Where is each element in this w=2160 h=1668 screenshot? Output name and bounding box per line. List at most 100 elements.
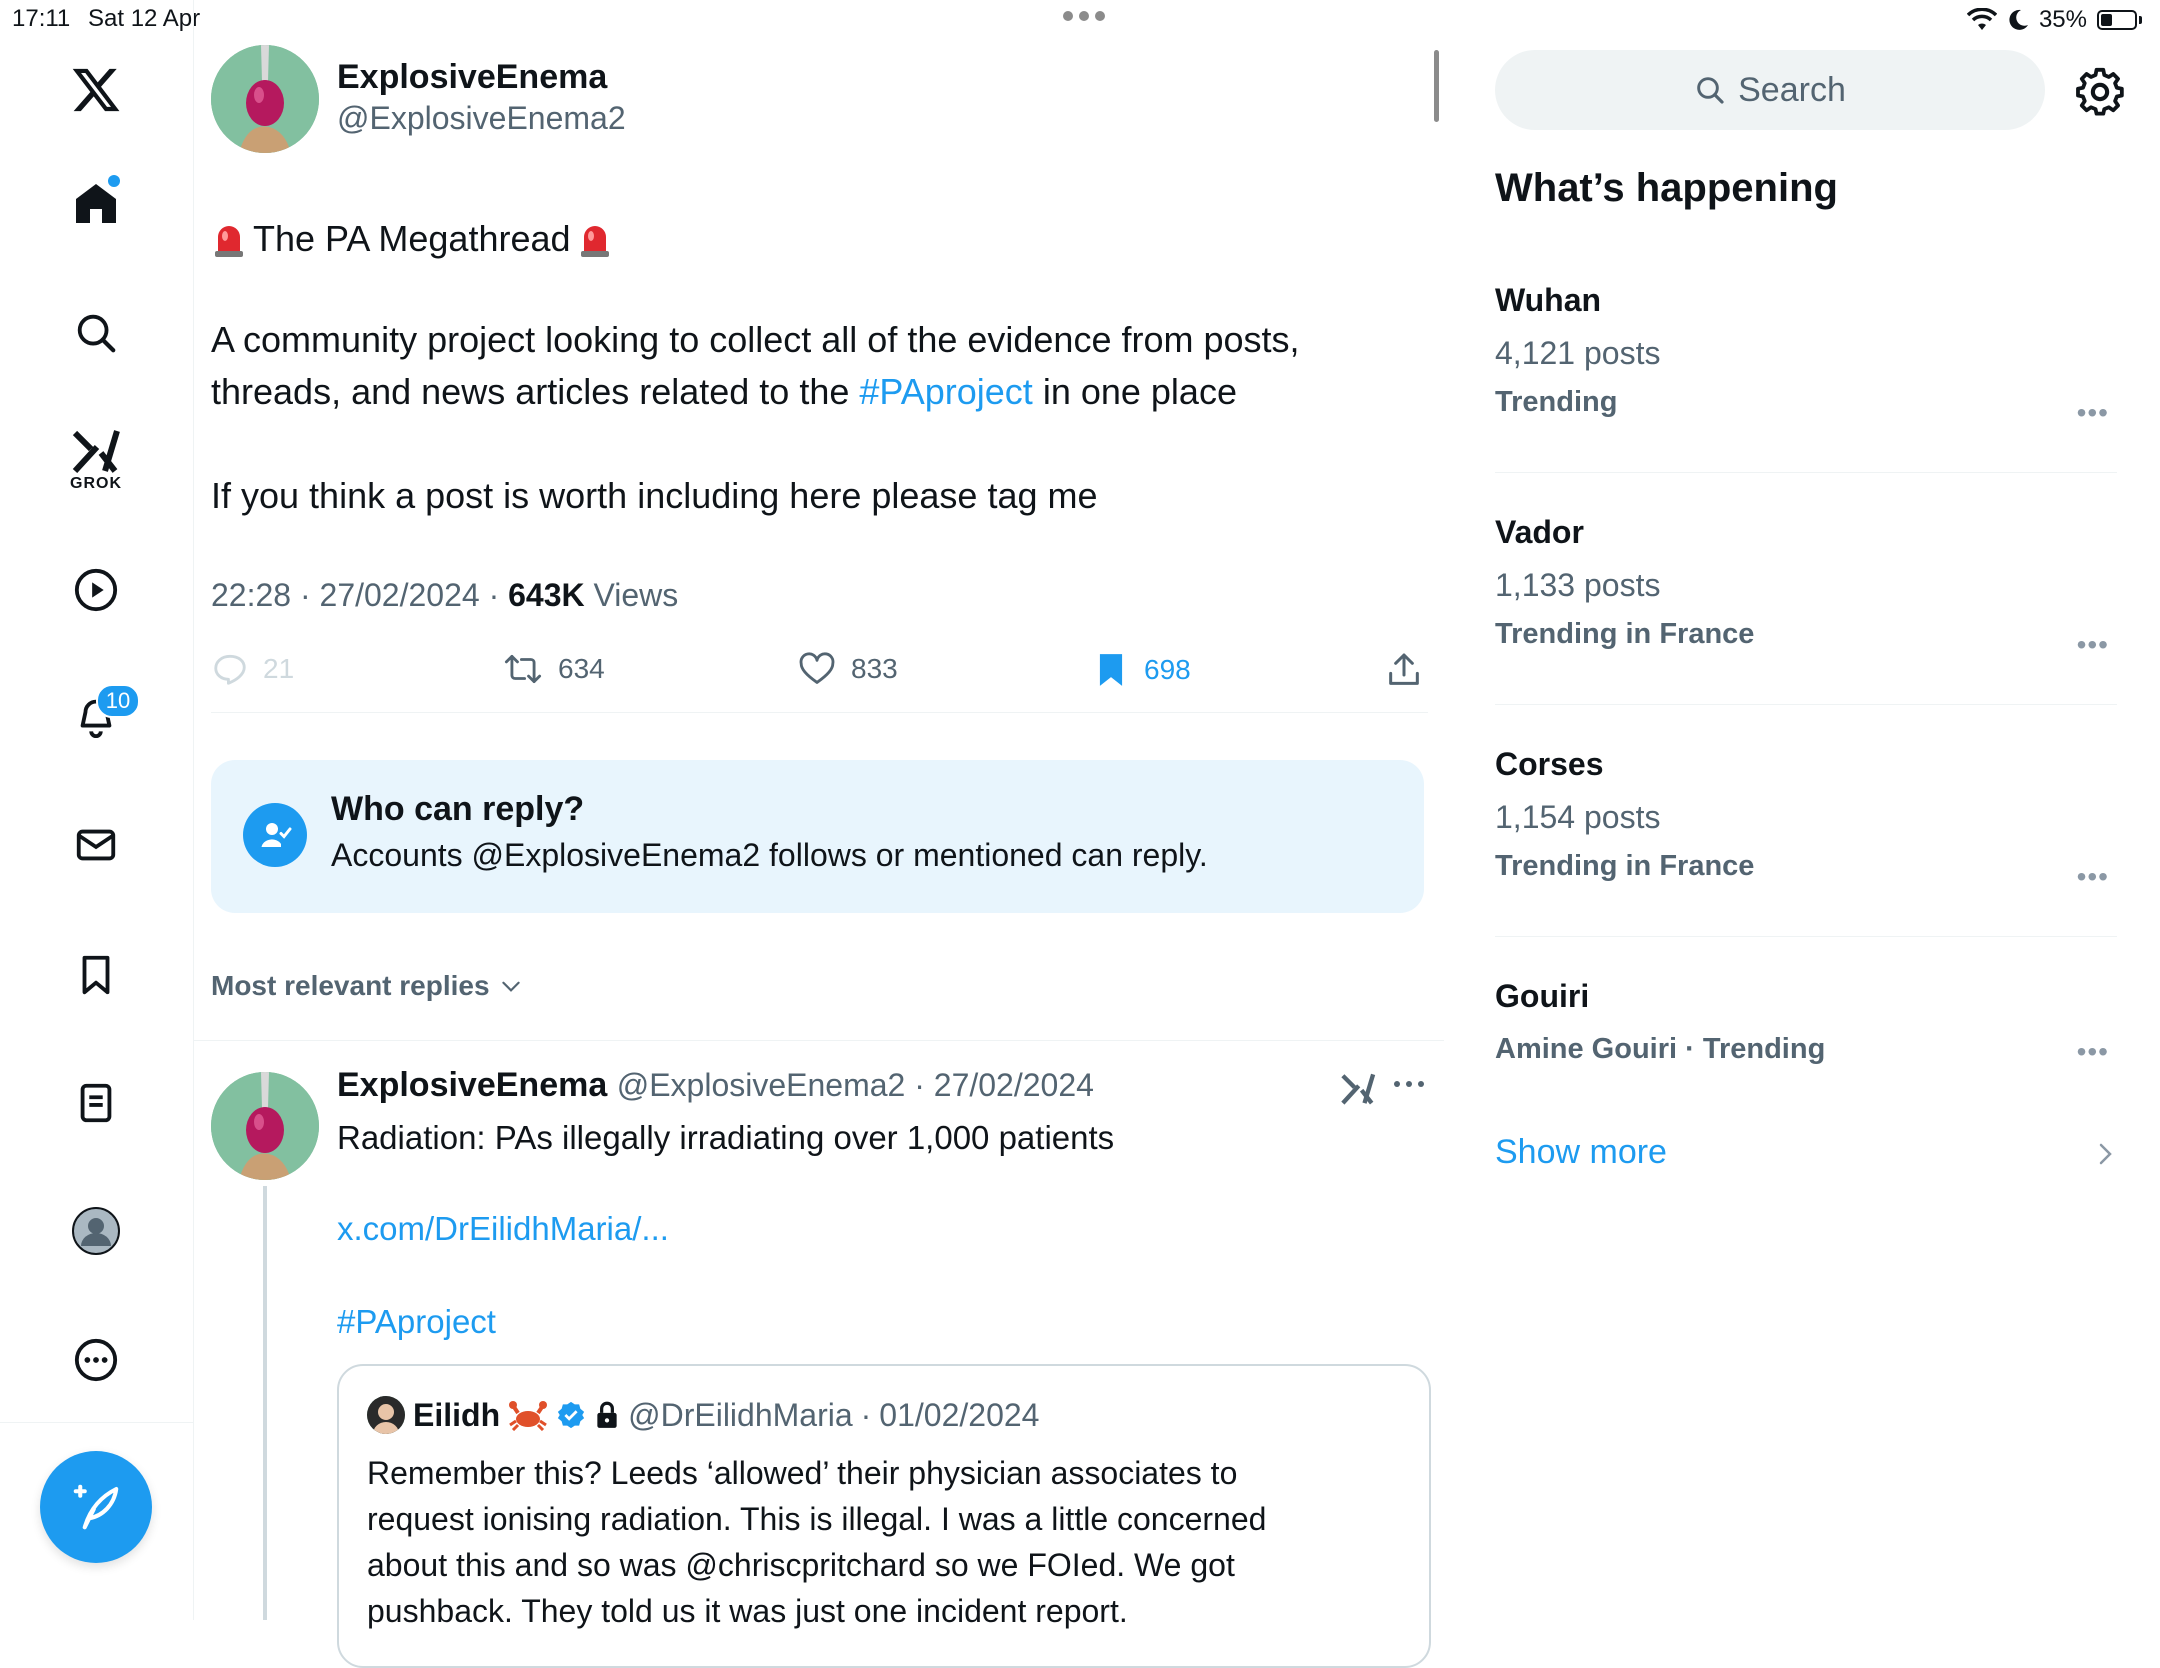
grok-icon[interactable]: GROK bbox=[56, 420, 136, 500]
reply-author-handle[interactable]: @ExplosiveEnema2 bbox=[617, 1067, 906, 1103]
home-new-dot bbox=[108, 175, 120, 187]
battery-percent: 35% bbox=[2038, 6, 2087, 33]
trend-item[interactable]: Corses 1,154 posts Trending in France ••… bbox=[1495, 746, 2117, 936]
multitasking-dots-icon[interactable] bbox=[1060, 8, 1108, 24]
author-avatar[interactable] bbox=[211, 45, 319, 153]
scroll-indicator[interactable] bbox=[1434, 50, 1439, 122]
heart-icon bbox=[799, 652, 835, 684]
settings-gear-icon[interactable] bbox=[2074, 66, 2130, 122]
trend-more-icon[interactable]: ••• bbox=[2077, 1036, 2109, 1068]
views-label: Views bbox=[593, 577, 679, 613]
trend-name: Corses bbox=[1495, 746, 1604, 782]
trend-item[interactable]: Wuhan 4,121 posts Trending ••• bbox=[1495, 282, 2117, 472]
reply-avatar[interactable] bbox=[211, 1072, 319, 1180]
quote-text-line: pushback. They told us it was just one i… bbox=[367, 1593, 1128, 1629]
trend-count: 1,133 posts bbox=[1495, 567, 1661, 603]
trend-item[interactable]: Gouiri Amine Gouiri · Trending ••• bbox=[1495, 978, 2117, 1088]
reply-button[interactable]: 21 bbox=[211, 650, 294, 688]
tweet-meta: 22:28 · 27/02/2024 · 643K Views bbox=[211, 577, 679, 613]
tweet-body-line-1: A community project looking to collect a… bbox=[211, 319, 1300, 360]
share-icon bbox=[1389, 653, 1419, 685]
repost-count: 634 bbox=[558, 653, 605, 684]
chevron-down-icon bbox=[501, 981, 520, 992]
quote-text-line: Remember this? Leeds ‘allowed’ their phy… bbox=[367, 1455, 1238, 1491]
trend-divider bbox=[1495, 472, 2117, 473]
trend-more-icon[interactable]: ••• bbox=[2077, 397, 2109, 429]
lists-icon[interactable] bbox=[56, 1063, 136, 1143]
bookmark-button[interactable]: 698 bbox=[1092, 650, 1191, 690]
tweet-body-text: threads, and news articles related to th… bbox=[211, 371, 860, 412]
quote-author-name[interactable]: Eilidh bbox=[413, 1397, 500, 1434]
trend-item[interactable]: Vador 1,133 posts Trending in France ••• bbox=[1495, 514, 2117, 704]
reply-link[interactable]: x.com/DrEilidhMaria/... bbox=[337, 1203, 669, 1255]
trend-more-icon[interactable]: ••• bbox=[2077, 861, 2109, 893]
repost-button[interactable]: 634 bbox=[502, 650, 605, 688]
hashtag-link[interactable]: #PAproject bbox=[859, 371, 1032, 412]
tweet-body-paragraph-2: If you think a post is worth including h… bbox=[211, 475, 1098, 516]
quote-text-line: about this and so was @chriscpritchard s… bbox=[367, 1547, 1235, 1583]
x-logo-icon[interactable] bbox=[56, 50, 136, 130]
bookmarks-icon[interactable] bbox=[56, 935, 136, 1015]
search-icon bbox=[1697, 77, 1724, 104]
actions-divider bbox=[211, 712, 1428, 713]
reply-text: Radiation: PAs illegally irradiating ove… bbox=[337, 1119, 1115, 1156]
reply-date[interactable]: 27/02/2024 bbox=[934, 1067, 1094, 1103]
trend-count: 1,154 posts bbox=[1495, 799, 1661, 835]
reply-count: 21 bbox=[263, 653, 295, 684]
whats-happening-title: What’s happening bbox=[1495, 166, 1838, 210]
who-can-reply-text: Accounts @ExplosiveEnema2 follows or men… bbox=[331, 837, 1208, 873]
tweet-body-text: in one place bbox=[1032, 371, 1237, 412]
left-nav: GROK 10 bbox=[0, 0, 194, 1620]
chevron-right-icon[interactable] bbox=[2095, 1140, 2115, 1168]
compose-feather-icon bbox=[73, 1484, 119, 1530]
quote-author-handle[interactable]: @DrEilidhMaria bbox=[628, 1397, 853, 1434]
trend-name: Vador bbox=[1495, 514, 1584, 550]
siren-emoji-icon bbox=[577, 219, 613, 259]
tweet-time[interactable]: 22:28 bbox=[211, 577, 291, 613]
profile-icon[interactable] bbox=[56, 1191, 136, 1271]
show-more-link[interactable]: Show more bbox=[1495, 1133, 1667, 1172]
trend-context: Trending in France bbox=[1495, 850, 1755, 882]
trend-divider bbox=[1495, 936, 2117, 937]
quote-header: Eilidh @DrEilidhMaria · 01/02/2024 bbox=[367, 1396, 1039, 1434]
who-can-reply-box: Who can reply? Accounts @ExplosiveEnema2… bbox=[211, 760, 1424, 913]
trend-divider bbox=[1495, 704, 2117, 705]
repost-icon bbox=[504, 654, 542, 684]
author-handle[interactable]: @ExplosiveEnema2 bbox=[337, 100, 626, 137]
search-icon[interactable] bbox=[56, 293, 136, 373]
status-indicators: 35% bbox=[1966, 6, 2142, 34]
compose-button[interactable] bbox=[40, 1451, 152, 1563]
views-count: 643K bbox=[508, 577, 585, 613]
reply-author-name[interactable]: ExplosiveEnema bbox=[337, 1066, 607, 1104]
tweet-title-line: The PA Megathread bbox=[211, 213, 613, 265]
search-input[interactable]: Search bbox=[1495, 50, 2045, 130]
reply-icon bbox=[214, 654, 246, 685]
quote-avatar[interactable] bbox=[367, 1396, 405, 1434]
quoted-post-card[interactable]: Eilidh @DrEilidhMaria · 01/02/2024 Remembe… bbox=[337, 1364, 1431, 1668]
trend-name: Wuhan bbox=[1495, 282, 1602, 318]
author-name[interactable]: ExplosiveEnema bbox=[337, 58, 607, 97]
siren-emoji-icon bbox=[211, 219, 247, 259]
grok-label: GROK bbox=[70, 475, 122, 492]
tweet-date[interactable]: 27/02/2024 bbox=[320, 577, 480, 613]
notifications-badge: 10 bbox=[96, 684, 140, 718]
bookmark-count: 698 bbox=[1144, 654, 1191, 685]
more-icon[interactable] bbox=[56, 1320, 136, 1400]
crab-emoji-icon bbox=[508, 1399, 548, 1431]
grok-explain-icon[interactable] bbox=[1340, 1070, 1376, 1106]
like-button[interactable]: 833 bbox=[797, 650, 898, 688]
share-button[interactable] bbox=[1384, 650, 1424, 690]
messages-icon[interactable] bbox=[56, 805, 136, 885]
status-bar: 17:11 Sat 12 Apr 35% bbox=[0, 0, 2160, 40]
trend-more-icon[interactable]: ••• bbox=[2077, 629, 2109, 661]
reply-more-icon[interactable] bbox=[1392, 1078, 1426, 1090]
reply-hashtag-link[interactable]: #PAproject bbox=[337, 1296, 496, 1348]
home-icon[interactable] bbox=[56, 163, 136, 243]
moon-icon bbox=[2007, 8, 2029, 32]
battery-icon bbox=[2097, 10, 2137, 30]
notifications-icon[interactable]: 10 bbox=[56, 676, 140, 756]
replies-sort-dropdown[interactable]: Most relevant replies bbox=[211, 970, 524, 1002]
video-icon[interactable] bbox=[56, 550, 136, 630]
trend-count: 4,121 posts bbox=[1495, 335, 1661, 371]
nav-divider bbox=[0, 1422, 193, 1423]
